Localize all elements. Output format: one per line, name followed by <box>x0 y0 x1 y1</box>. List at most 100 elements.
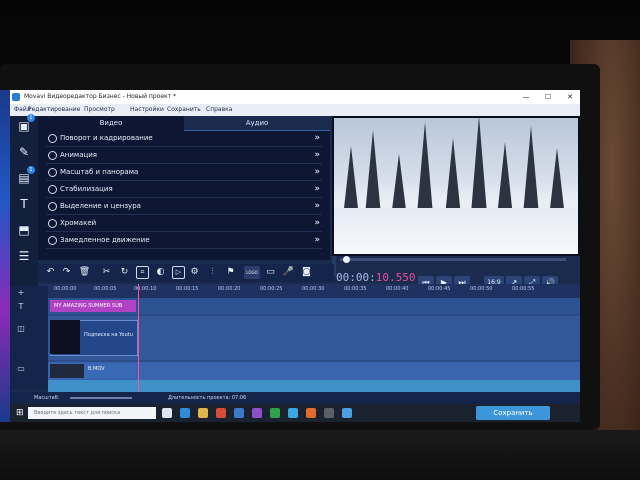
file-explorer-icon[interactable] <box>198 408 208 418</box>
app-icon[interactable] <box>306 408 316 418</box>
menu-view[interactable]: Просмотр <box>84 104 115 116</box>
effect-label: Замедленное движение <box>60 236 150 244</box>
effect-label: Масштаб и панорама <box>60 168 139 176</box>
audio-lane <box>48 380 580 392</box>
undo-icon[interactable]: ↶ <box>44 266 57 279</box>
chevron-right-icon[interactable]: » <box>314 198 320 214</box>
notification-badge: 1 <box>27 166 35 174</box>
video-track-icon[interactable]: ▭ <box>16 364 26 374</box>
chevron-right-icon[interactable]: » <box>314 164 320 180</box>
ruler-tick: 00:00:35 <box>344 286 367 292</box>
title-track-icon[interactable]: T <box>16 302 26 312</box>
save-button[interactable]: Сохранить <box>476 406 550 420</box>
radio-icon <box>48 236 57 245</box>
panel-tabs: Видео Аудио <box>38 116 330 131</box>
effect-item[interactable]: Масштаб и панорама » <box>46 164 322 181</box>
seek-bar[interactable] <box>340 258 566 261</box>
task-view-icon[interactable] <box>162 408 172 418</box>
title-clip[interactable]: MY AMAZING SUMMER SUB <box>50 300 136 312</box>
effect-label: Стабилизация <box>60 185 113 193</box>
radio-icon <box>48 151 57 160</box>
chrome-icon[interactable] <box>216 408 226 418</box>
crop-icon[interactable]: ⌗ <box>136 266 149 279</box>
ruler-tick: 00:00:00 <box>54 286 77 292</box>
telegram-icon[interactable] <box>288 408 298 418</box>
microphone-icon[interactable]: 🎤 <box>282 266 295 279</box>
effect-item[interactable]: Замедленное движение » <box>46 232 322 249</box>
webcam-icon[interactable]: ◙ <box>300 266 313 279</box>
add-track-icon[interactable]: + <box>16 288 26 298</box>
app-icon[interactable] <box>324 408 334 418</box>
effect-label: Выделение и цензура <box>60 202 141 210</box>
close-button[interactable]: ✕ <box>562 90 578 104</box>
minimize-button[interactable]: — <box>518 90 534 104</box>
cut-icon[interactable]: ✂ <box>100 266 113 279</box>
ruler-tick: 00:00:05 <box>94 286 117 292</box>
zoom-slider[interactable] <box>70 397 132 399</box>
seek-knob[interactable] <box>343 256 350 263</box>
ruler-tick: 00:00:45 <box>428 286 451 292</box>
rotate-icon[interactable]: ↻ <box>118 266 131 279</box>
effect-item[interactable]: Выделение и цензура » <box>46 198 322 215</box>
timecode-prefix: 00:00: <box>336 271 376 284</box>
ruler-tick: 00:00:50 <box>470 286 493 292</box>
tab-audio[interactable]: Аудио <box>184 116 330 131</box>
movavi-taskbar-icon[interactable] <box>342 408 352 418</box>
stickers-icon[interactable]: ⬒ <box>16 222 32 238</box>
effect-item[interactable]: Анимация » <box>46 147 322 164</box>
transitions-icon[interactable]: ▷ <box>172 266 185 279</box>
maximize-button[interactable]: ☐ <box>540 90 556 104</box>
menu-bar: Файл Редактирование Просмотр Настройки С… <box>10 104 580 116</box>
settings-icon[interactable]: ⚙ <box>188 266 201 279</box>
flag-icon[interactable]: ⚑ <box>224 266 237 279</box>
window-title: Movavi Видеоредактор Бизнес - Новый прое… <box>24 93 177 100</box>
title-bar: Movavi Видеоредактор Бизнес - Новый прое… <box>10 90 580 104</box>
effect-item[interactable]: Стабилизация » <box>46 181 322 198</box>
radio-icon <box>48 219 57 228</box>
playhead[interactable] <box>138 284 139 392</box>
clip-thumbnail <box>50 320 80 354</box>
effect-label: Анимация <box>60 151 98 159</box>
app-icon[interactable] <box>252 408 262 418</box>
menu-save[interactable]: Сохранить <box>167 104 201 116</box>
taskbar-search-input[interactable]: Введите здесь текст для поиска <box>28 407 156 419</box>
more-icon[interactable]: ☰ <box>16 248 32 264</box>
chevron-right-icon[interactable]: » <box>314 181 320 197</box>
titles-icon[interactable]: T <box>16 196 32 212</box>
effect-item[interactable]: Хромакей » <box>46 215 322 232</box>
store-icon[interactable] <box>234 408 244 418</box>
magic-wand-icon[interactable]: ✎ <box>16 144 32 160</box>
delete-icon[interactable]: 🗑 <box>78 266 91 279</box>
timeline-tracks[interactable]: MY AMAZING SUMMER SUB Подписка на Youtu … <box>48 298 580 392</box>
import-icon[interactable]: ▣ 1 <box>16 114 35 134</box>
logo-button[interactable]: LOGO <box>244 266 260 279</box>
preview-frame <box>334 118 578 254</box>
edge-icon[interactable] <box>180 408 190 418</box>
timeline-ruler[interactable]: 00:00:00 00:00:05 00:00:10 00:00:15 00:0… <box>38 284 580 298</box>
effects-panel: Видео Аудио Поворот и кадрирование » Аним… <box>38 116 336 276</box>
menu-settings[interactable]: Настройки <box>130 104 164 116</box>
overlay-track-icon[interactable]: ◫ <box>16 324 26 334</box>
redo-icon[interactable]: ↷ <box>60 266 73 279</box>
chevron-right-icon[interactable]: » <box>314 147 320 163</box>
effect-item[interactable]: Поворот и кадрирование » <box>46 130 322 147</box>
video-preview[interactable] <box>332 116 580 256</box>
filters-icon[interactable]: ▤ 1 <box>16 166 35 186</box>
tab-video[interactable]: Видео <box>38 116 184 130</box>
notification-badge: 1 <box>27 114 35 122</box>
record-screen-icon[interactable]: ▭ <box>264 266 277 279</box>
project-duration: Длительность проекта: 07:06 <box>168 395 247 401</box>
color-adjust-icon[interactable]: ◐ <box>154 266 167 279</box>
app-icon <box>12 93 20 101</box>
windows-start-icon[interactable]: ⊞ <box>16 407 28 419</box>
app-icon[interactable] <box>270 408 280 418</box>
desktop-strip <box>0 90 10 422</box>
menu-help[interactable]: Справка <box>206 104 232 116</box>
track-headers: + T ◫ ▭ <box>10 286 48 390</box>
chevron-right-icon[interactable]: » <box>314 215 320 231</box>
equalizer-icon[interactable]: ⫶ <box>206 266 219 279</box>
menu-edit[interactable]: Редактирование <box>28 104 80 116</box>
chevron-right-icon[interactable]: » <box>314 130 320 146</box>
chevron-right-icon[interactable]: » <box>314 232 320 248</box>
ruler-tick: 00:00:40 <box>386 286 409 292</box>
